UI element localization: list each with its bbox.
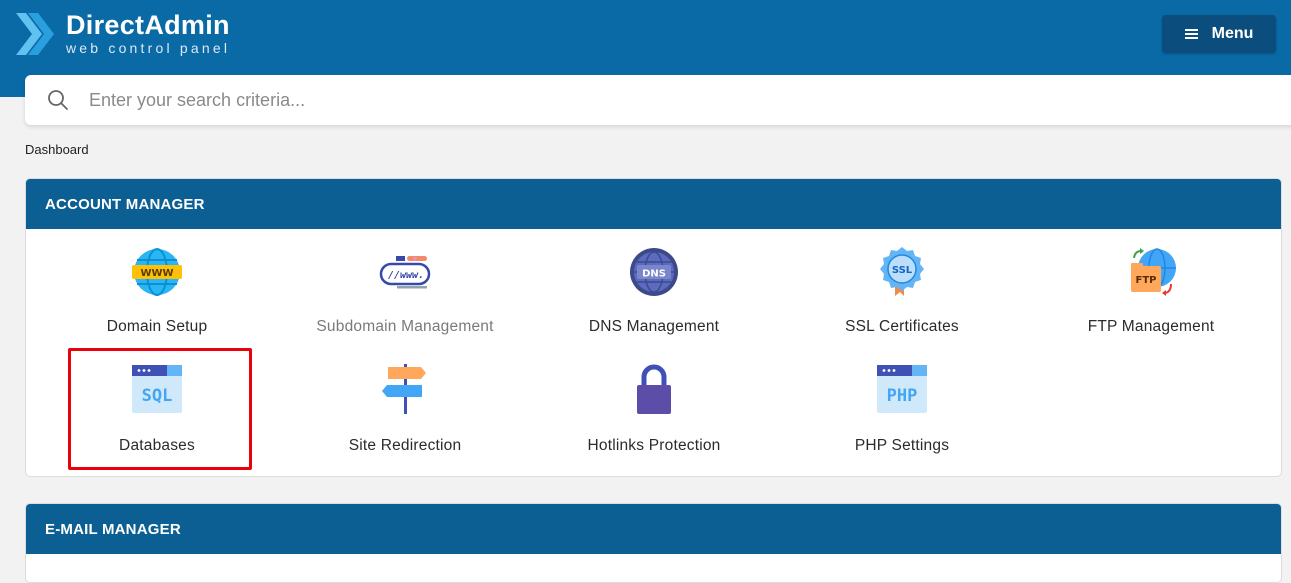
- dns-management-tile[interactable]: DNS DNS Management: [564, 246, 744, 335]
- php-settings-tile[interactable]: PHP PHP Settings: [812, 363, 992, 454]
- ssl-certificates-label: SSL Certificates: [845, 318, 959, 335]
- databases-tile[interactable]: SQL Databases: [67, 363, 247, 454]
- menu-button[interactable]: Menu: [1162, 15, 1276, 53]
- hamburger-icon: [1184, 29, 1198, 39]
- search-bar: [25, 75, 1291, 125]
- php-icon: PHP: [877, 365, 927, 413]
- site-redirection-tile[interactable]: Site Redirection: [315, 363, 495, 454]
- directadmin-logo-icon: [16, 13, 54, 55]
- ftp-management-tile[interactable]: FTP FTP Management: [1061, 246, 1241, 335]
- ftp-management-label: FTP Management: [1087, 318, 1215, 335]
- hotlinks-protection-label: Hotlinks Protection: [587, 437, 721, 454]
- svg-text:FTP: FTP: [1136, 275, 1157, 286]
- php-settings-label: PHP Settings: [854, 437, 950, 454]
- subdomain-management-tile[interactable]: //www. Subdomain Management: [315, 246, 495, 335]
- dns-icon: DNS: [630, 248, 678, 296]
- directadmin-logo[interactable]: DirectAdmin web control panel: [12, 9, 230, 59]
- breadcrumb[interactable]: Dashboard: [25, 142, 89, 157]
- brand-title: DirectAdmin: [66, 10, 230, 40]
- www-globe-icon: WWW: [132, 248, 182, 296]
- sql-database-icon: SQL: [132, 365, 182, 413]
- ssl-badge-icon: SSL: [880, 247, 924, 296]
- email-manager-header: E-MAIL MANAGER: [26, 504, 1281, 554]
- databases-label: Databases: [119, 437, 195, 454]
- email-manager-panel: E-MAIL MANAGER: [25, 503, 1282, 583]
- svg-text:SSL: SSL: [892, 265, 913, 276]
- padlock-icon: [637, 364, 671, 414]
- hotlinks-protection-tile[interactable]: Hotlinks Protection: [564, 363, 744, 454]
- svg-text://www.: //www.: [388, 270, 424, 281]
- subdomain-icon: //www.: [379, 256, 431, 289]
- account-manager-header: ACCOUNT MANAGER: [26, 179, 1281, 229]
- menu-button-label: Menu: [1211, 25, 1254, 42]
- svg-text:DNS: DNS: [642, 269, 666, 280]
- svg-text:PHP: PHP: [887, 386, 918, 406]
- domain-setup-label: Domain Setup: [106, 318, 208, 335]
- svg-text:WWW: WWW: [140, 268, 173, 279]
- dns-management-label: DNS Management: [588, 318, 720, 335]
- domain-setup-tile[interactable]: WWW Domain Setup: [67, 246, 247, 335]
- brand-subtitle: web control panel: [66, 40, 231, 56]
- ftp-icon: FTP: [1131, 248, 1176, 296]
- search-input[interactable]: [89, 80, 1189, 120]
- svg-text:SQL: SQL: [142, 386, 173, 406]
- search-icon[interactable]: [47, 89, 69, 111]
- site-redirection-label: Site Redirection: [348, 437, 462, 454]
- ssl-certificates-tile[interactable]: SSL SSL Certificates: [812, 246, 992, 335]
- subdomain-management-label: Subdomain Management: [316, 318, 494, 335]
- signpost-icon: [382, 364, 426, 414]
